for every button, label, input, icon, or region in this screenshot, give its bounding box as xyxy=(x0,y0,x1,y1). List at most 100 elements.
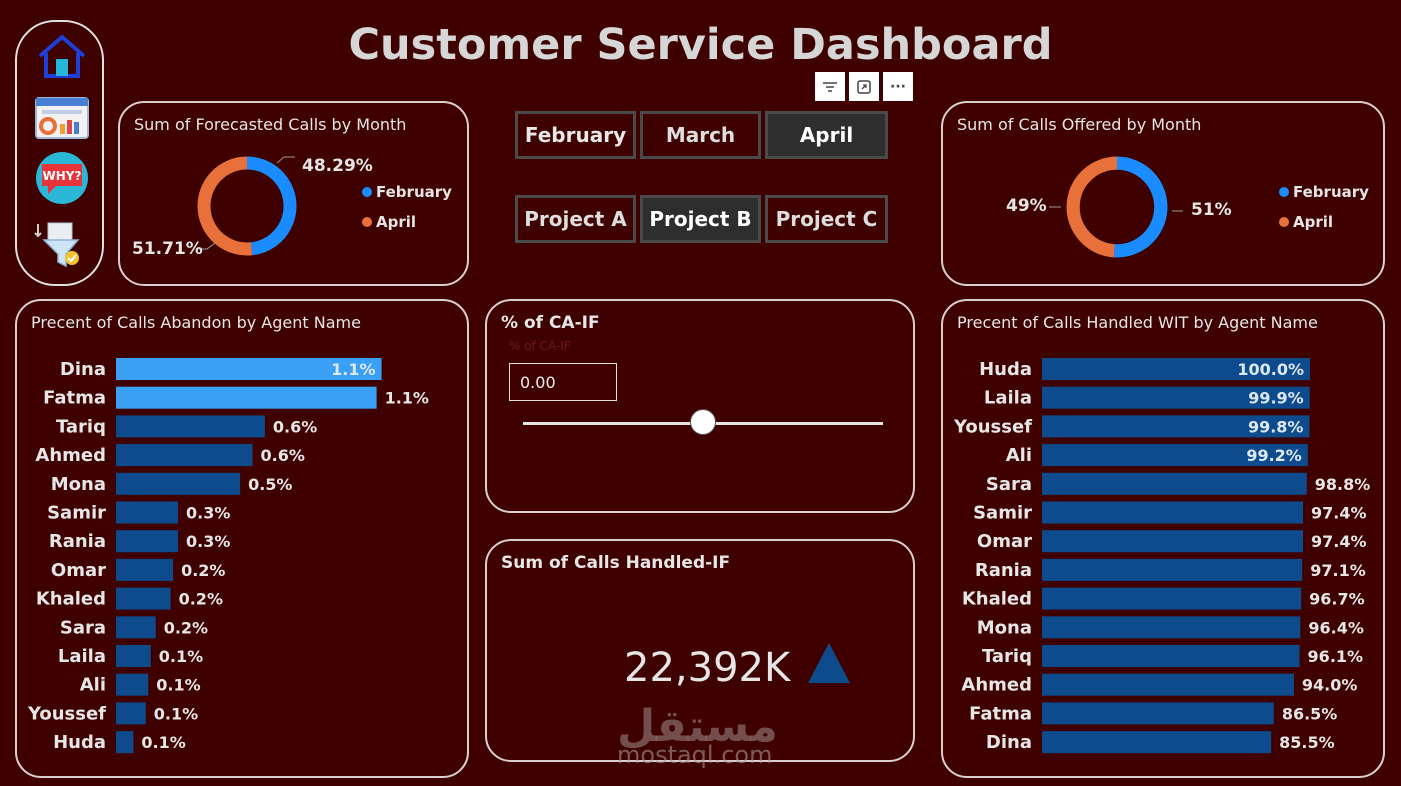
bar-rania[interactable] xyxy=(1042,558,1303,581)
handled-title: Sum of Calls Handled-IF xyxy=(501,553,731,573)
bar-category-label: Khaled xyxy=(36,589,106,610)
bar-value-label: 0.2% xyxy=(181,561,225,580)
bar-value-label: 96.4% xyxy=(1308,618,1364,637)
bar-category-label: Youssef xyxy=(953,416,1032,437)
bar-category-label: Omar xyxy=(977,531,1032,552)
bar-category-label: Dina xyxy=(986,732,1032,753)
bar-tariq[interactable] xyxy=(116,415,265,438)
bar-ahmed[interactable] xyxy=(116,444,253,467)
bar-category-label: Omar xyxy=(51,560,106,581)
bar-fatma[interactable] xyxy=(116,386,377,409)
bar-category-label: Samir xyxy=(973,503,1032,524)
forecast-legend-april: April xyxy=(362,213,416,231)
forecast-legend-february: February xyxy=(362,183,452,201)
bar-value-label: 100.0% xyxy=(1237,360,1304,379)
bar-value-label: 0.6% xyxy=(273,417,317,436)
bar-category-label: Fatma xyxy=(969,703,1032,724)
bar-category-label: Ali xyxy=(80,675,106,696)
bar-fatma[interactable] xyxy=(1042,702,1274,725)
bar-mona[interactable] xyxy=(116,472,241,495)
bar-value-label: 85.5% xyxy=(1279,733,1335,752)
bar-ahmed[interactable] xyxy=(1042,673,1294,696)
bar-category-label: Dina xyxy=(60,359,106,380)
bar-sara[interactable] xyxy=(116,616,156,639)
bar-laila[interactable] xyxy=(116,645,151,667)
offered-data-label-april: 49% xyxy=(1006,196,1047,216)
dashboard-icon[interactable] xyxy=(34,92,90,142)
bar-youssef[interactable] xyxy=(116,702,146,725)
bar-dina[interactable] xyxy=(1042,731,1272,754)
slicer-april[interactable]: April xyxy=(765,111,888,159)
bar-value-label: 1.1% xyxy=(385,389,429,408)
ca-subtitle: % of CA-IF xyxy=(509,339,571,353)
abandon-bar-chart: Dina 1.1% Fatma 1.1% Tariq 0.6% Ahmed 0.6% Mona 0… xyxy=(27,358,429,754)
offered-panel: Sum of Calls Offered by Month 51% 49% Fe… xyxy=(941,101,1385,286)
forecast-panel: Sum of Forecasted Calls by Month 48.29% … xyxy=(118,101,469,286)
bar-category-label: Ahmed xyxy=(961,675,1032,696)
bar-mona[interactable] xyxy=(1042,616,1301,639)
funnel-icon[interactable] xyxy=(34,220,90,270)
bar-category-label: Mona xyxy=(51,474,106,495)
bar-category-label: Fatma xyxy=(43,388,106,409)
up-triangle-icon xyxy=(808,643,850,683)
bar-value-label: 0.1% xyxy=(154,704,198,723)
bar-value-label: 0.1% xyxy=(141,733,185,752)
ca-panel: % of CA-IF % of CA-IF 0.00 xyxy=(485,299,915,513)
ca-value-input[interactable]: 0.00 xyxy=(509,363,617,401)
offered-legend-april: April xyxy=(1279,213,1333,231)
bar-value-label: 0.6% xyxy=(261,446,305,465)
filter-icon[interactable] xyxy=(815,72,845,101)
bar-value-label: 96.7% xyxy=(1309,590,1365,609)
slicer-project-b[interactable]: Project B xyxy=(640,195,761,243)
bar-category-label: Tariq xyxy=(56,416,106,437)
bar-samir[interactable] xyxy=(1042,501,1304,524)
handled-value: 22,392K xyxy=(624,645,791,691)
bar-category-label: Laila xyxy=(58,646,106,667)
more-options-icon[interactable]: ··· xyxy=(883,72,913,101)
bar-category-label: Huda xyxy=(979,359,1032,380)
bar-rania[interactable] xyxy=(116,530,179,553)
offered-legend-february: February xyxy=(1279,183,1369,201)
why-icon[interactable]: WHY? xyxy=(34,152,90,204)
bar-value-label: 1.1% xyxy=(331,360,375,379)
forecast-data-label-april: 51.71% xyxy=(132,239,203,259)
bar-huda[interactable] xyxy=(116,731,134,754)
bar-ali[interactable] xyxy=(116,673,149,696)
handled-wit-panel: Precent of Calls Handled WIT by Agent Na… xyxy=(941,299,1385,778)
bar-category-label: Rania xyxy=(49,531,106,552)
slicer-project-c[interactable]: Project C xyxy=(765,195,888,243)
bar-samir[interactable] xyxy=(116,501,179,524)
bar-category-label: Mona xyxy=(977,617,1032,638)
offered-data-label-february: 51% xyxy=(1191,200,1232,220)
nav-bar: WHY? xyxy=(15,20,104,286)
bar-category-label: Khaled xyxy=(962,589,1032,610)
bar-category-label: Rania xyxy=(975,560,1032,581)
bar-tariq[interactable] xyxy=(1042,645,1300,667)
slicer-project-a[interactable]: Project A xyxy=(515,195,636,243)
forecast-data-label-february: 48.29% xyxy=(302,156,373,176)
slicer-february[interactable]: February xyxy=(515,111,636,159)
bar-category-label: Sara xyxy=(986,474,1032,495)
bar-value-label: 97.4% xyxy=(1311,504,1367,523)
bar-omar[interactable] xyxy=(116,558,174,581)
bar-khaled[interactable] xyxy=(116,587,171,610)
abandon-panel: Precent of Calls Abandon by Agent Name D… xyxy=(15,299,469,778)
bar-category-label: Samir xyxy=(47,503,106,524)
bar-category-label: Tariq xyxy=(982,646,1032,667)
focus-mode-icon[interactable] xyxy=(849,72,879,101)
bar-value-label: 86.5% xyxy=(1282,704,1338,723)
bar-khaled[interactable] xyxy=(1042,587,1302,610)
bar-value-label: 99.8% xyxy=(1248,417,1304,436)
bar-value-label: 96.1% xyxy=(1308,647,1364,666)
bar-value-label: 99.9% xyxy=(1248,389,1304,408)
ca-slider-thumb[interactable] xyxy=(690,409,716,435)
bar-value-label: 0.2% xyxy=(179,590,223,609)
bar-category-label: Ahmed xyxy=(35,445,106,466)
slicer-march[interactable]: March xyxy=(640,111,761,159)
bar-omar[interactable] xyxy=(1042,530,1304,553)
bar-value-label: 98.8% xyxy=(1315,475,1371,494)
home-icon[interactable] xyxy=(34,32,90,82)
handled-panel: Sum of Calls Handled-IF 22,392K مستقل mo… xyxy=(485,539,915,769)
bar-value-label: 0.5% xyxy=(248,475,292,494)
bar-sara[interactable] xyxy=(1042,472,1307,495)
